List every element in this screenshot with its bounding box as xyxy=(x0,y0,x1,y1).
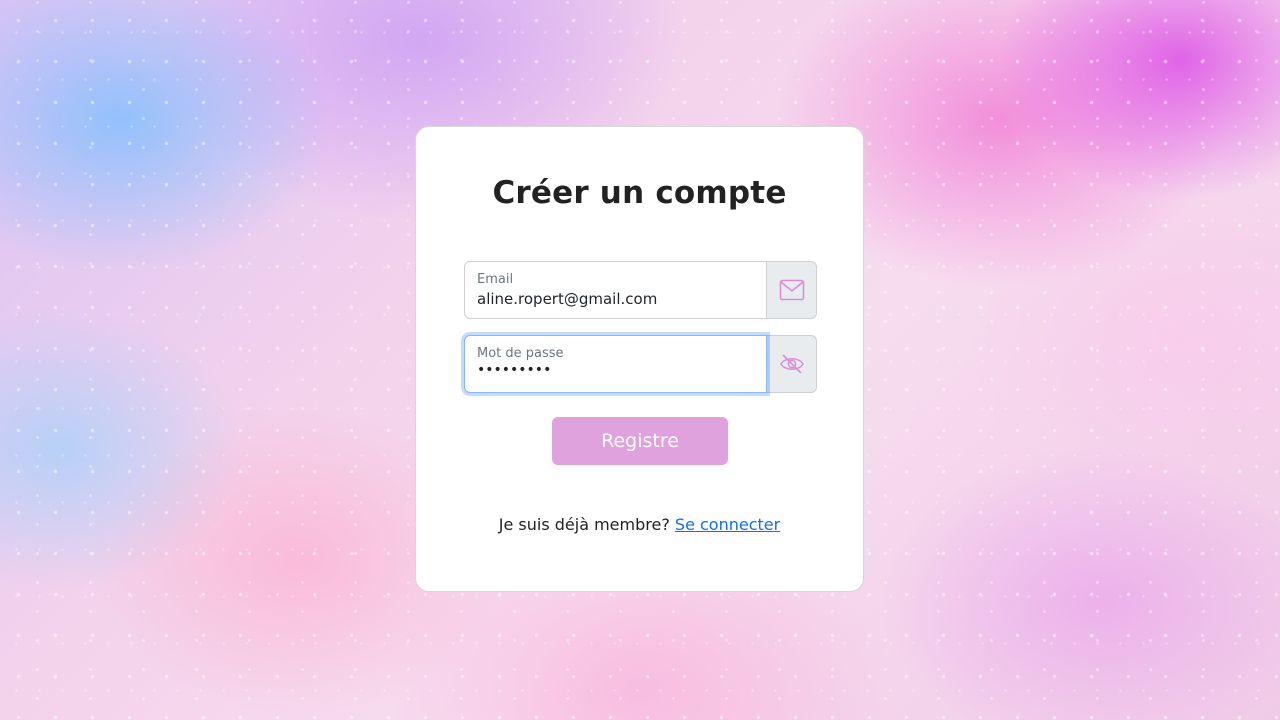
toggle-password-button[interactable] xyxy=(767,335,817,393)
email-field[interactable]: Email aline.ropert@gmail.com xyxy=(464,261,767,319)
password-label: Mot de passe xyxy=(477,346,564,361)
register-card: Créer un compte Email aline.ropert@gmail… xyxy=(415,126,864,592)
page-title: Créer un compte xyxy=(492,175,787,211)
email-label: Email xyxy=(477,272,514,287)
email-addon xyxy=(767,261,817,319)
email-input-group: Email aline.ropert@gmail.com xyxy=(464,261,817,319)
login-prompt-text: Je suis déjà membre? xyxy=(498,515,670,534)
password-input-group: Mot de passe ••••••••• xyxy=(464,335,817,393)
envelope-icon xyxy=(779,279,804,301)
login-link[interactable]: Se connecter xyxy=(675,515,780,534)
password-field[interactable]: Mot de passe ••••••••• xyxy=(464,335,767,393)
eye-slash-icon xyxy=(779,354,804,374)
register-button[interactable]: Registre xyxy=(552,417,728,465)
login-prompt: Je suis déjà membre? Se connecter xyxy=(416,515,863,534)
email-value: aline.ropert@gmail.com xyxy=(477,290,658,308)
password-value: ••••••••• xyxy=(477,362,552,378)
